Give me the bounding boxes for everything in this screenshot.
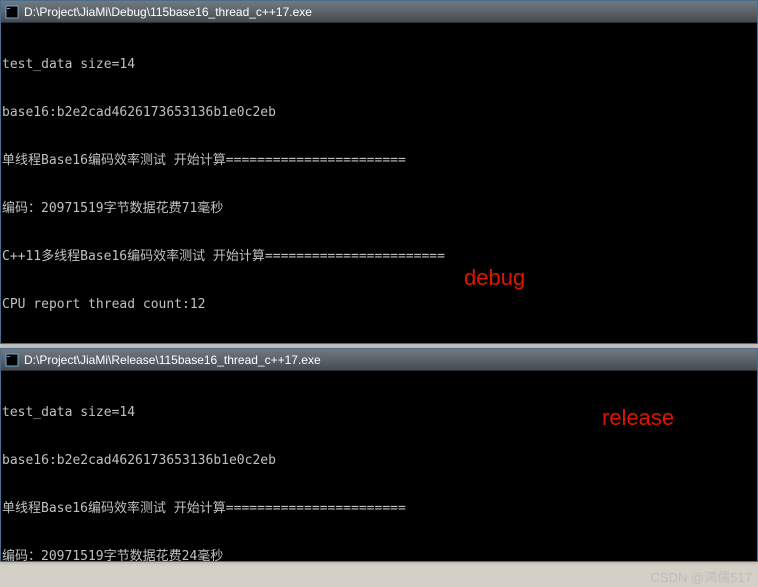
window-title: D:\Project\JiaMi\Release\115base16_threa… [24,353,321,367]
console-line: 单线程Base16编码效率测试 开始计算====================… [2,153,756,169]
console-window-debug: D:\Project\JiaMi\Debug\115base16_thread_… [0,0,758,344]
titlebar-release[interactable]: D:\Project\JiaMi\Release\115base16_threa… [1,349,757,371]
titlebar-debug[interactable]: D:\Project\JiaMi\Debug\115base16_thread_… [1,1,757,23]
console-output-debug[interactable]: test_data size=14 base16:b2e2cad46261736… [1,23,757,343]
window-title: D:\Project\JiaMi\Debug\115base16_thread_… [24,5,312,19]
console-line: CPU report thread count:12 [2,297,756,313]
console-window-release: D:\Project\JiaMi\Release\115base16_threa… [0,348,758,562]
console-line: 单线程Base16编码效率测试 开始计算====================… [2,501,756,517]
console-line: base16:b2e2cad4626173653136b1e0c2eb [2,105,756,121]
console-line: base16:b2e2cad4626173653136b1e0c2eb [2,453,756,469]
console-output-release[interactable]: test_data size=14 base16:b2e2cad46261736… [1,371,757,561]
console-line: 编码：20971519字节数据花费71毫秒 [2,201,756,217]
console-line: test_data size=14 [2,57,756,73]
console-line: C++11多线程Base16编码效率测试 开始计算===============… [2,249,756,265]
watermark-text: CSDN @鸿儒517 [651,567,752,586]
app-icon [5,5,19,19]
console-line: 编码：20971519字节数据花费24毫秒 [2,549,756,561]
app-icon [5,353,19,367]
console-line: test_data size=14 [2,405,756,421]
